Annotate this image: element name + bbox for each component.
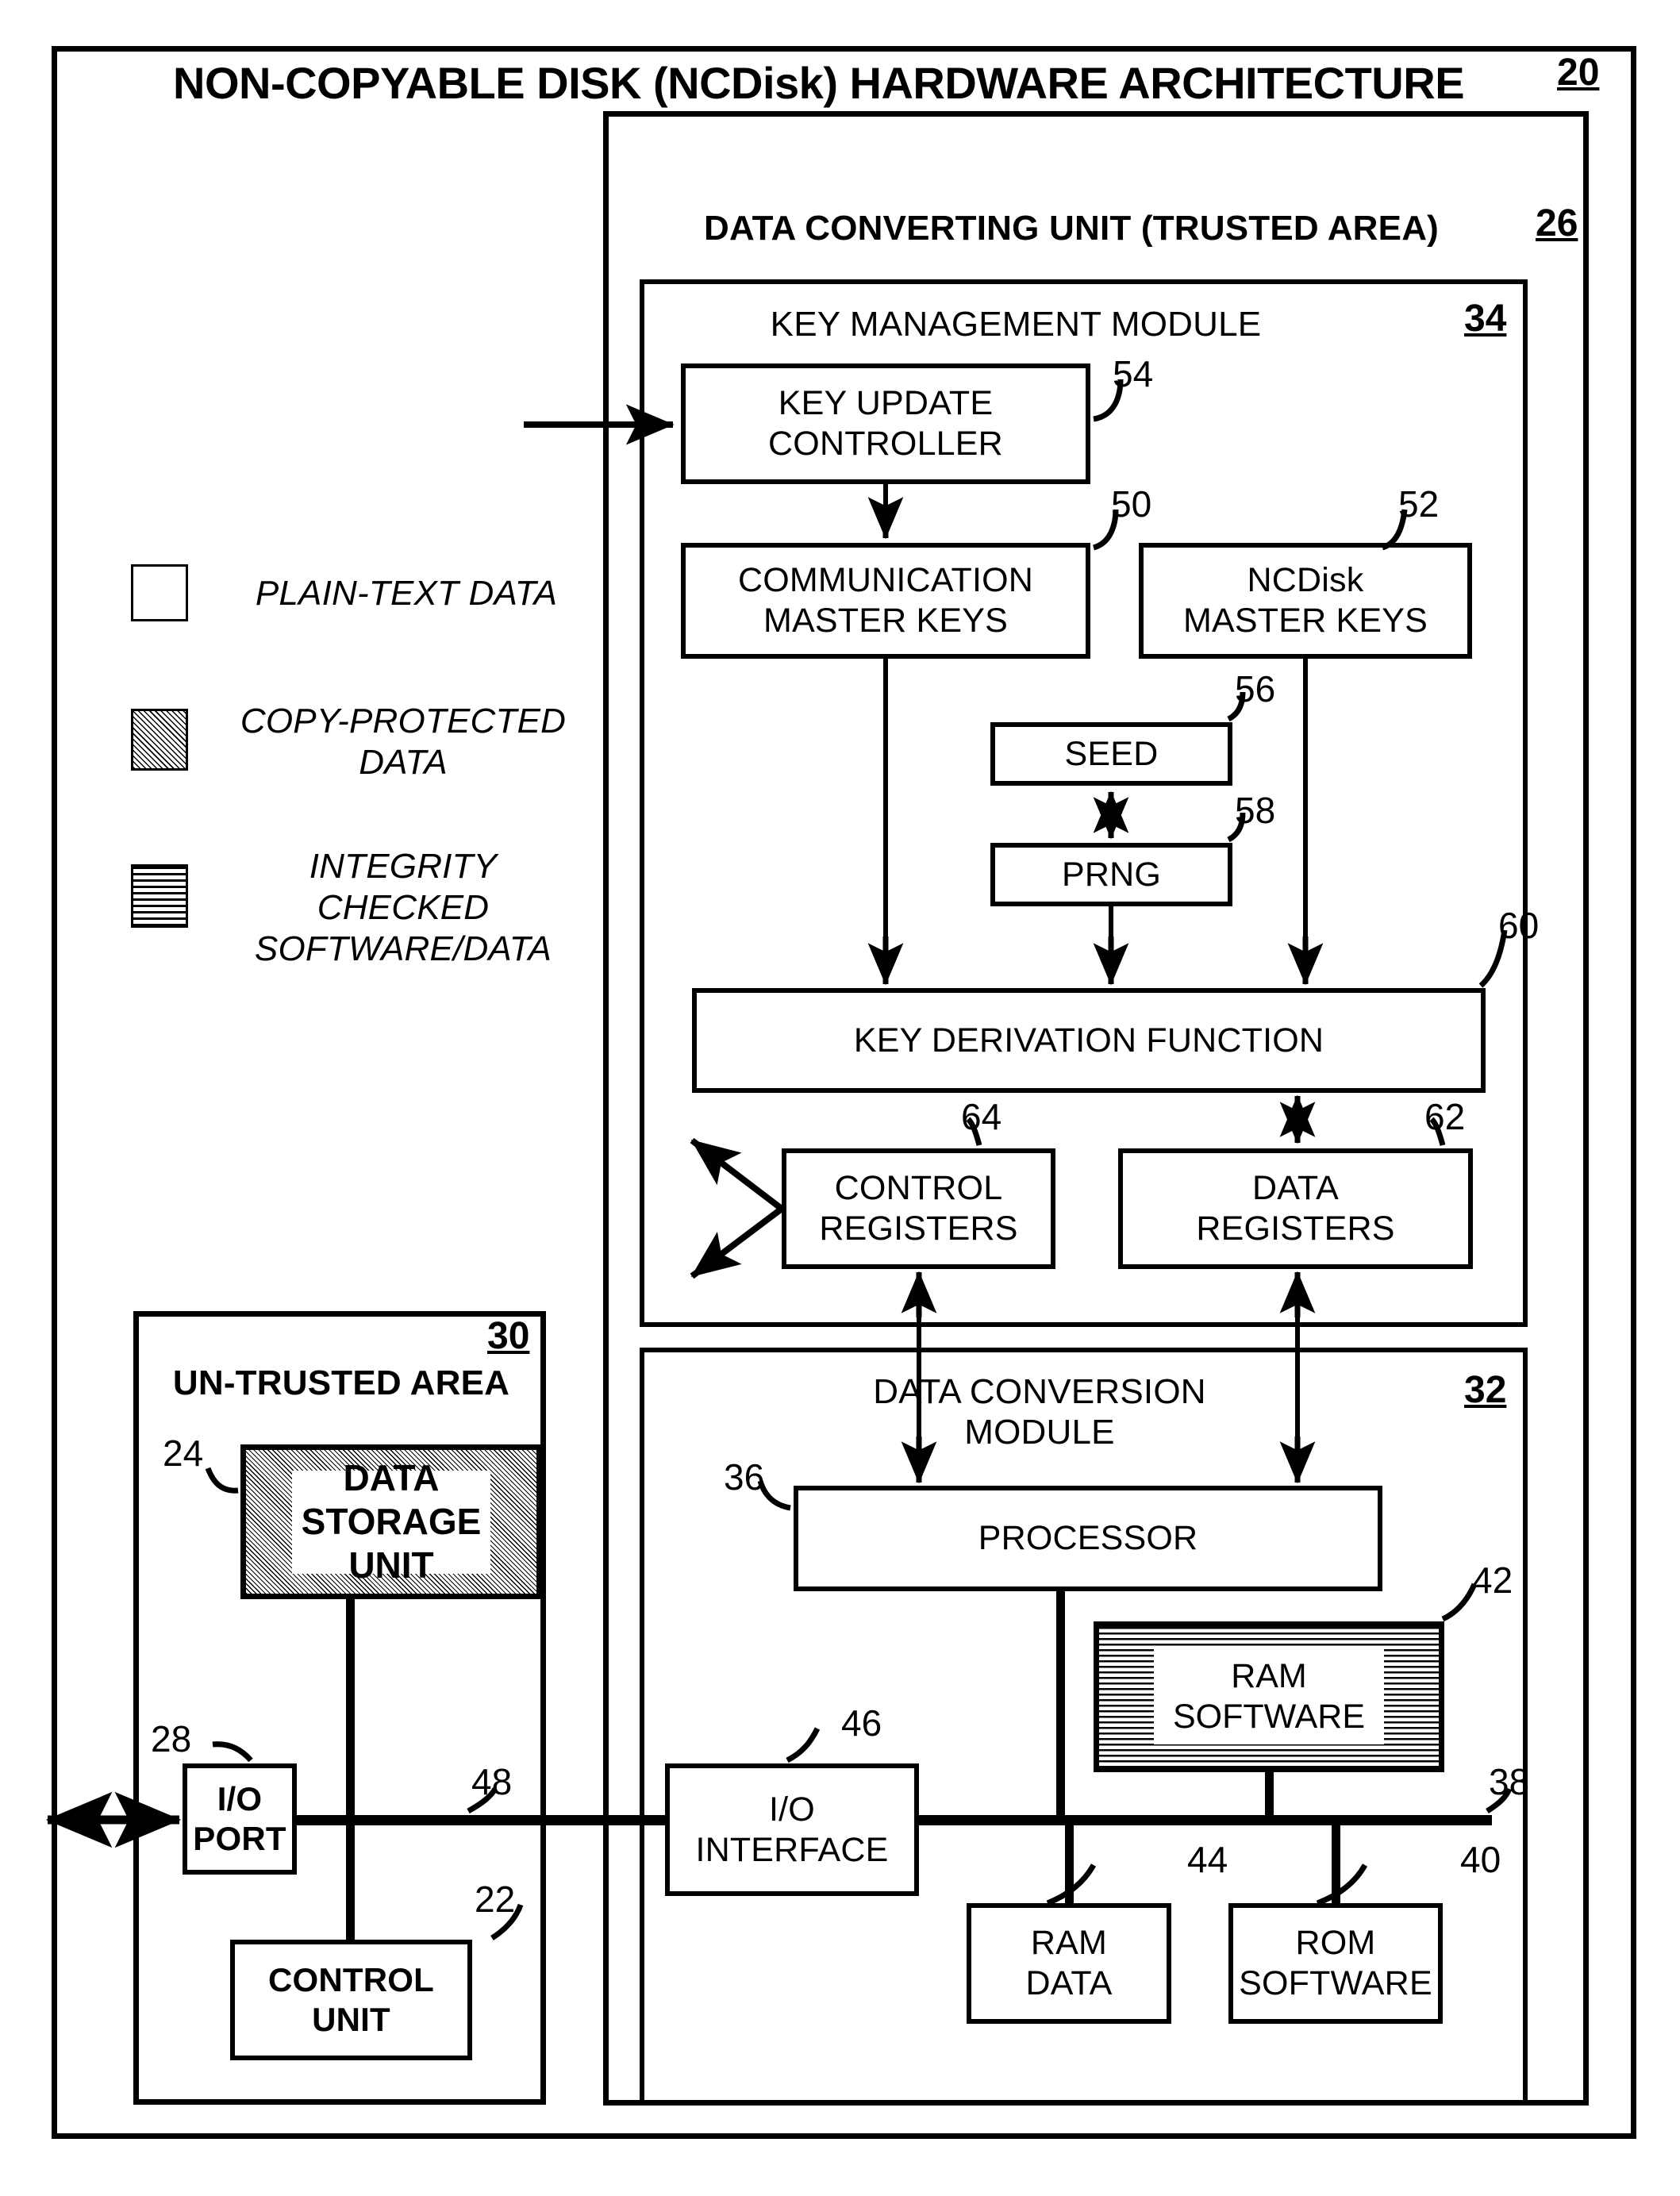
ref-36: 36 [724, 1456, 765, 1498]
io-interface-label: I/O INTERFACE [695, 1790, 889, 1869]
prng-label: PRNG [1061, 855, 1162, 894]
ref-50: 50 [1111, 483, 1152, 525]
ram-data-label: RAM DATA [1025, 1924, 1113, 2002]
ncdisk-master-keys-box[interactable]: NCDisk MASTER KEYS [1139, 543, 1472, 659]
data-storage-unit-box[interactable]: DATA STORAGE UNIT [240, 1444, 542, 1599]
ref-38-bus: 38 [1489, 1761, 1530, 1802]
communication-master-keys-label: COMMUNICATION MASTER KEYS [737, 561, 1034, 640]
line-data-registers-to-processor [1295, 1283, 1300, 1473]
ncdisk-master-keys-label: NCDisk MASTER KEYS [1182, 561, 1428, 640]
rom-software-label: ROM SOFTWARE [1239, 1924, 1432, 2002]
rom-software-box[interactable]: ROM SOFTWARE [1228, 1903, 1443, 2024]
line-prng-to-kdf [1109, 906, 1113, 967]
bus-vertical-processor [1056, 1591, 1065, 1821]
ref-52: 52 [1398, 483, 1440, 525]
ram-data-box[interactable]: RAM DATA [967, 1903, 1171, 2024]
legend-swatch-integrity-checked [131, 864, 188, 928]
ref-24: 24 [163, 1433, 204, 1474]
key-derivation-function-label: KEY DERIVATION FUNCTION [853, 1021, 1324, 1060]
key-update-controller-label: KEY UPDATE CONTROLLER [768, 384, 1003, 463]
ref-58: 58 [1235, 790, 1276, 831]
communication-master-keys-box[interactable]: COMMUNICATION MASTER KEYS [681, 543, 1090, 659]
ref-42: 42 [1472, 1560, 1513, 1601]
untrusted-area-ref: 30 [487, 1315, 530, 1357]
bus-vertical-ram-data [1065, 1821, 1074, 1905]
prng-box[interactable]: PRNG [990, 843, 1232, 906]
line-kdf-to-data-registers [1295, 1106, 1300, 1138]
line-seed-to-prng [1109, 794, 1113, 835]
io-port-box[interactable]: I/O PORT [183, 1763, 297, 1875]
data-registers-label: DATA REGISTERS [1196, 1169, 1395, 1248]
legend-label-copy-protected-data: COPY-PROTECTED DATA [240, 702, 567, 782]
legend-label-integrity-checked: INTEGRITY CHECKED SOFTWARE/DATA [254, 847, 552, 968]
key-management-module-ref: 34 [1464, 298, 1507, 340]
trusted-area-ref: 26 [1536, 202, 1578, 244]
processor-label: PROCESSOR [978, 1519, 1198, 1558]
control-unit-label: CONTROL UNIT [267, 1961, 435, 2038]
legend-label-plain-text-data: PLAIN-TEXT DATA [255, 574, 558, 613]
processor-box[interactable]: PROCESSOR [794, 1486, 1382, 1591]
trusted-area-caption: DATA CONVERTING UNIT (TRUSTED AREA) [703, 209, 1440, 248]
legend-swatch-plain-text-data [131, 564, 188, 621]
ram-software-box[interactable]: RAM SOFTWARE [1094, 1621, 1444, 1772]
line-control-registers-to-processor [917, 1283, 921, 1473]
ram-software-label: RAM SOFTWARE [1172, 1657, 1366, 1736]
legend-swatch-copy-protected-data [131, 709, 188, 771]
bus-vertical-storage-to-control [346, 1599, 355, 1942]
ref-44: 44 [1187, 1839, 1228, 1880]
line-cmk-to-kdf [883, 659, 888, 967]
ref-46: 46 [841, 1702, 882, 1744]
io-interface-box[interactable]: I/O INTERFACE [665, 1763, 919, 1896]
seed-label: SEED [1064, 734, 1159, 773]
ref-54: 54 [1113, 353, 1154, 394]
io-port-label: I/O PORT [193, 1780, 286, 1857]
data-registers-box[interactable]: DATA REGISTERS [1118, 1148, 1473, 1269]
bus-segment-conversion [919, 1815, 1492, 1825]
ref-28: 28 [151, 1718, 192, 1759]
ref-60: 60 [1498, 905, 1540, 946]
ref-62: 62 [1424, 1096, 1466, 1137]
data-storage-unit-label: DATA STORAGE UNIT [301, 1456, 482, 1586]
ref-40: 40 [1460, 1839, 1501, 1880]
data-storage-unit-inner: DATA STORAGE UNIT [292, 1457, 490, 1586]
untrusted-area-caption: UN-TRUSTED AREA [172, 1363, 510, 1402]
ref-56: 56 [1235, 668, 1276, 710]
key-update-controller-box[interactable]: KEY UPDATE CONTROLLER [681, 363, 1090, 484]
control-unit-box[interactable]: CONTROL UNIT [230, 1940, 472, 2060]
data-conversion-module-caption: DATA CONVERSION MODULE [873, 1372, 1206, 1452]
data-conversion-module-ref: 32 [1464, 1369, 1507, 1411]
ref-64: 64 [961, 1096, 1002, 1137]
figure-title-ref: 20 [1557, 52, 1600, 94]
control-registers-label: CONTROL REGISTERS [819, 1169, 1018, 1248]
bus-vertical-ram-software [1265, 1772, 1274, 1818]
bus-vertical-rom-software [1332, 1821, 1340, 1905]
key-derivation-function-box[interactable]: KEY DERIVATION FUNCTION [692, 988, 1486, 1093]
ref-48-bus: 48 [471, 1761, 513, 1802]
line-nmk-to-kdf [1303, 659, 1308, 967]
key-management-module-caption: KEY MANAGEMENT MODULE [770, 305, 1262, 344]
ref-22: 22 [475, 1879, 516, 1920]
ram-software-inner: RAM SOFTWARE [1154, 1649, 1384, 1744]
figure-title: NON-COPYABLE DISK (NCDisk) HARDWARE ARCH… [173, 58, 1465, 108]
control-registers-box[interactable]: CONTROL REGISTERS [782, 1148, 1055, 1269]
seed-box[interactable]: SEED [990, 722, 1232, 786]
patent-figure-canvas: NON-COPYABLE DISK (NCDisk) HARDWARE ARCH… [0, 0, 1680, 2196]
line-kuc-to-cmk [883, 484, 888, 522]
